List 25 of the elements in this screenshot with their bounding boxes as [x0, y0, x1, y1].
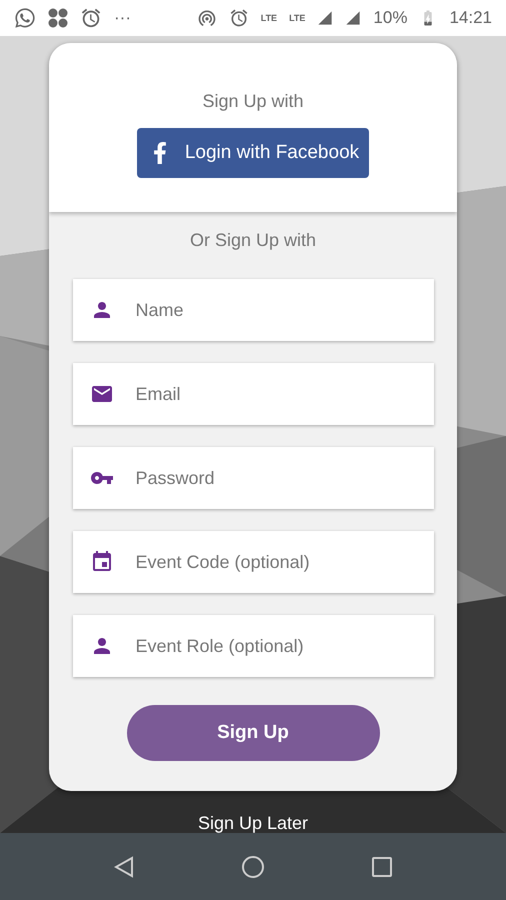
sign-up-button[interactable]: Sign Up: [126, 705, 380, 761]
home-icon[interactable]: [240, 854, 265, 878]
section-title: Or Sign Up with: [190, 230, 316, 251]
alarm-icon: [228, 8, 249, 28]
network-label: LTE: [260, 14, 278, 22]
recents-icon[interactable]: [372, 856, 392, 876]
input-field[interactable]: Event Role (optional): [72, 615, 434, 677]
back-icon[interactable]: [114, 856, 134, 878]
sign-up-later-link[interactable]: Sign Up Later: [198, 813, 308, 833]
input-field[interactable]: Event Code (optional): [72, 531, 434, 593]
input-field[interactable]: Email: [72, 363, 434, 425]
input-field[interactable]: Password: [72, 447, 434, 509]
input-field[interactable]: Name: [72, 279, 434, 341]
clover-icon: [48, 8, 68, 28]
section-title: Sign Up with: [202, 91, 304, 112]
facebook-login-button[interactable]: Login with Facebook: [136, 128, 370, 178]
signal-icon: [317, 10, 334, 26]
alarm-icon: [80, 7, 102, 29]
hotspot-icon: [196, 8, 217, 28]
overflow-indicator: ···: [114, 8, 131, 28]
network-label: LTE: [289, 14, 306, 22]
whatsapp-icon: [14, 7, 36, 29]
clock: 14:21: [449, 8, 492, 28]
battery-percent: 10%: [373, 8, 408, 28]
signal-icon: [345, 10, 362, 26]
